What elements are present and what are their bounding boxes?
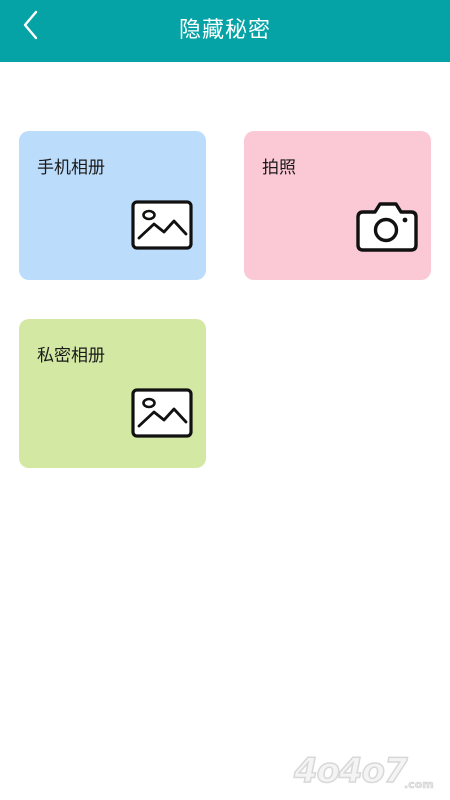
private-album-card[interactable]: 私密相册 <box>19 319 206 468</box>
image-icon <box>130 198 194 254</box>
phone-album-card[interactable]: 手机相册 <box>19 131 206 280</box>
header-bar: 隐藏秘密 <box>0 0 450 62</box>
back-button[interactable] <box>14 6 54 46</box>
watermark-logo: 4o4o7 .com <box>292 746 442 792</box>
camera-icon <box>355 198 419 254</box>
screen: 隐藏秘密 手机相册 拍照 私密相册 4o4o7 .com <box>0 0 450 800</box>
private-album-label: 私密相册 <box>37 346 105 366</box>
svg-text:4o4o7: 4o4o7 <box>293 751 408 791</box>
phone-album-label: 手机相册 <box>37 158 105 178</box>
take-photo-label: 拍照 <box>262 158 296 178</box>
image-icon <box>130 386 194 442</box>
chevron-left-icon <box>23 10 38 40</box>
take-photo-card[interactable]: 拍照 <box>244 131 431 280</box>
page-title: 隐藏秘密 <box>178 18 271 43</box>
svg-text:.com: .com <box>404 778 434 791</box>
